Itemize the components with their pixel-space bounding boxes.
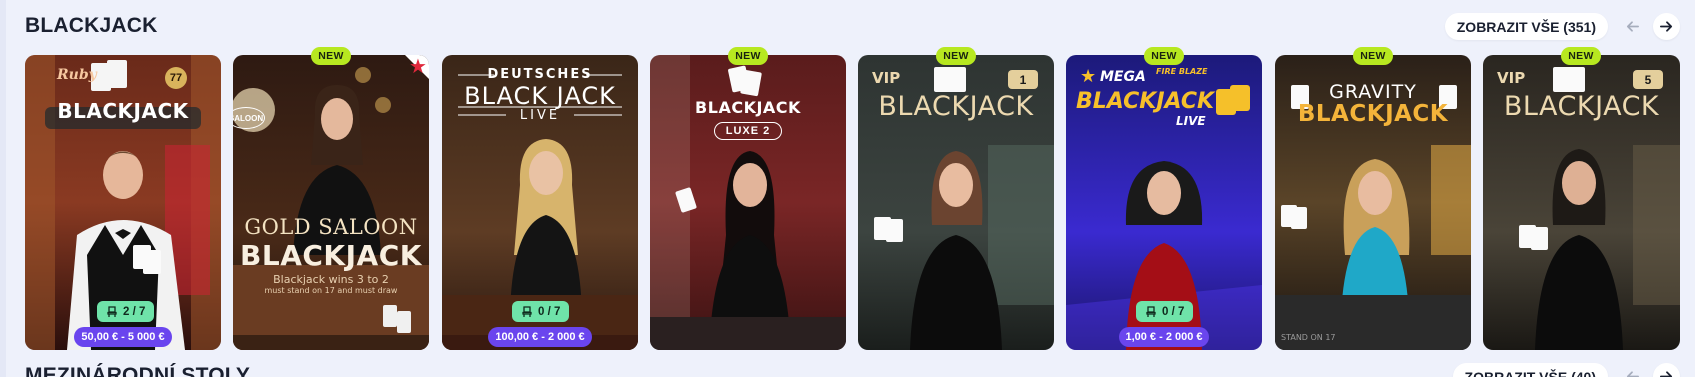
- game-card-deutsches-blackjack[interactable]: DEUTSCHES BLACK JACK LIVE 0 / 7 100,00 €…: [442, 55, 638, 350]
- seat-count: 2 / 7: [123, 305, 146, 318]
- logo-line1: VIP: [1497, 69, 1526, 87]
- felt-text: STAND ON 17: [1281, 333, 1336, 342]
- game-card-vip-blackjack-1[interactable]: VIP BLACKJACK 1: [858, 55, 1054, 350]
- star-icon: ★: [1080, 66, 1097, 86]
- star-icon: ★: [409, 56, 427, 78]
- game-card-mega-fire-blaze-blackjack[interactable]: ★ MEGA FIRE BLAZE BLACKJACK LIVE 0 / 7 1…: [1066, 55, 1262, 350]
- logo-line2: BLACKJACK: [1076, 89, 1215, 114]
- logo-line1: DEUTSCHES: [487, 67, 593, 82]
- game-card-gravity-blackjack[interactable]: GRAVITY BLACKJACK STAND ON 17: [1275, 55, 1471, 350]
- seat-availability: 0 / 7: [512, 301, 570, 322]
- left-edge: [0, 0, 6, 377]
- logo-line1b: FIRE BLAZE: [1156, 67, 1208, 76]
- logo-line1: MEGA: [1100, 69, 1146, 85]
- table-number: 5: [1633, 70, 1663, 89]
- new-badge: NEW: [1144, 47, 1184, 65]
- view-all-button[interactable]: ZOBRAZIT VŠE (40): [1452, 363, 1608, 377]
- logo-line2: BLACKJACK: [1297, 101, 1449, 127]
- bet-limits: 1,00 € - 2 000 €: [1119, 327, 1209, 347]
- bet-limits: 100,00 € - 2 000 €: [488, 327, 592, 347]
- seat-count: 0 / 7: [1162, 305, 1185, 318]
- section-title: BLACKJACK: [25, 14, 158, 37]
- view-all-button[interactable]: ZOBRAZIT VŠE (351): [1444, 13, 1608, 40]
- table-number: 77: [165, 67, 187, 89]
- new-badge: NEW: [728, 47, 768, 65]
- chair-icon: [522, 305, 532, 317]
- bet-limits: 50,00 € - 5 000 €: [74, 327, 172, 347]
- seat-availability: 2 / 7: [97, 301, 155, 322]
- logo-line1: GRAVITY: [1329, 81, 1417, 103]
- new-badge: NEW: [936, 47, 976, 65]
- felt-text: Blackjack wins 3 to 2: [273, 273, 389, 286]
- logo-line2: BLACKJACK: [57, 99, 189, 123]
- seat-count: 0 / 7: [538, 305, 561, 318]
- page: BLACKJACK ZOBRAZIT VŠE (351) Ruby BLACKJ…: [0, 0, 1695, 377]
- logo-line2: BLACK JACK: [464, 82, 616, 110]
- game-card-vip-blackjack-5[interactable]: VIP BLACKJACK 5: [1483, 55, 1680, 350]
- logo-line2: BLACKJACK: [1503, 91, 1660, 122]
- table-number: 1: [1008, 70, 1038, 89]
- arrow-left-icon[interactable]: [1619, 363, 1646, 377]
- logo-line2: BLACKJACK: [240, 239, 422, 272]
- game-card-gold-saloon-blackjack[interactable]: SALOON ★ GOLD SALOON BLACKJACK Blackjack…: [233, 55, 429, 350]
- section-header-blackjack: BLACKJACK ZOBRAZIT VŠE (351): [25, 10, 1680, 42]
- section-title: MEZINÁRODNÍ STOLY: [25, 364, 251, 377]
- new-badge: NEW: [311, 47, 351, 65]
- game-carousel: Ruby BLACKJACK 77 2 / 7 50,00 € - 5 000 …: [25, 55, 1680, 350]
- game-thumbnail: [233, 55, 429, 350]
- seat-availability: 0 / 7: [1136, 301, 1194, 322]
- felt-text-2: must stand on 17 and must draw: [264, 286, 398, 295]
- logo-line1: BLACKJACK: [695, 98, 801, 117]
- logo-line2: BLACKJACK: [878, 91, 1034, 122]
- arrow-right-icon[interactable]: [1653, 13, 1680, 40]
- section-header-international: MEZINÁRODNÍ STOLY ZOBRAZIT VŠE (40): [25, 360, 1680, 377]
- chair-icon: [1146, 305, 1156, 317]
- logo-line3: LIVE: [1176, 114, 1206, 128]
- arrow-right-icon[interactable]: [1653, 363, 1680, 377]
- logo-line1: Ruby: [57, 67, 97, 83]
- arrow-left-icon[interactable]: [1619, 13, 1646, 40]
- game-card-ruby-blackjack[interactable]: Ruby BLACKJACK 77 2 / 7 50,00 € - 5 000 …: [25, 55, 221, 350]
- chair-icon: [107, 305, 117, 317]
- logo-line3: LIVE: [519, 108, 561, 123]
- logo-line1: VIP: [872, 69, 901, 87]
- logo-line1: GOLD SALOON: [244, 215, 418, 239]
- new-badge: NEW: [1353, 47, 1393, 65]
- logo-line2: LUXE 2: [714, 122, 782, 140]
- game-card-blackjack-luxe-2[interactable]: BLACKJACK LUXE 2: [650, 55, 846, 350]
- new-badge: NEW: [1561, 47, 1601, 65]
